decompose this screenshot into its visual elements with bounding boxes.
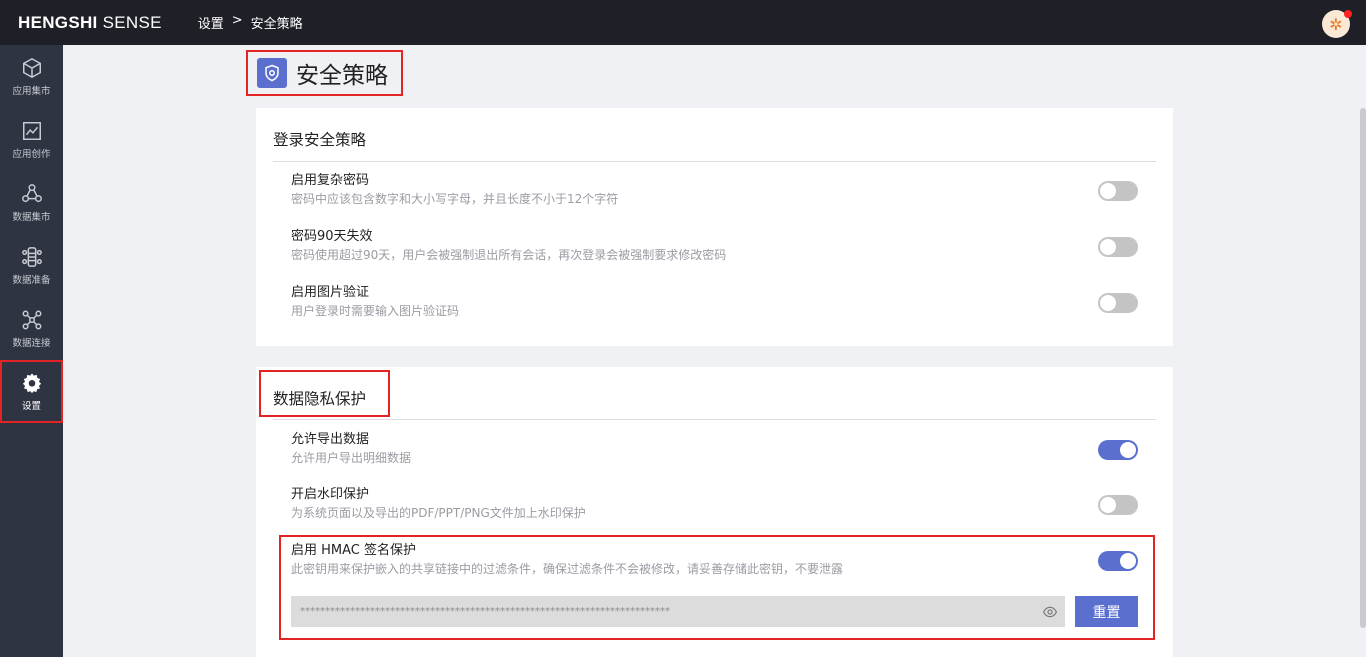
network-icon — [22, 310, 41, 329]
logo-light: SENSE — [97, 12, 162, 32]
sidebar-item-label: 应用创作 — [12, 148, 51, 160]
user-avatar-icon[interactable]: ✲ — [1322, 10, 1352, 38]
toggle-knob — [1120, 553, 1136, 569]
section-title: 登录安全策略 — [273, 131, 367, 149]
sidebar-item-label: 数据集市 — [12, 211, 51, 223]
sidebar-item-label: 设置 — [21, 400, 41, 412]
sidebar-item-label: 数据连接 — [12, 337, 51, 349]
password-expiry-toggle[interactable] — [1098, 237, 1138, 257]
watermark-toggle[interactable] — [1098, 495, 1138, 515]
toggle-knob — [1100, 497, 1116, 513]
hmac-secret-field[interactable]: ****************************************… — [291, 596, 1065, 627]
setting-row-complex-password: 启用复杂密码 密码中应该包含数字和大小写字母，并且长度不小于12个字符 — [291, 172, 1138, 216]
sidebar-item-label: 应用集市 — [12, 85, 51, 97]
logo-bold: HENGSHI — [18, 12, 98, 32]
breadcrumb-separator: > — [231, 13, 243, 28]
setting-desc: 此密钥用来保护嵌入的共享链接中的过滤条件，确保过滤条件不会被修改，请妥善存储此密… — [291, 562, 844, 576]
captcha-toggle[interactable] — [1098, 293, 1138, 313]
setting-desc: 密码使用超过90天，用户会被强制退出所有会话，再次登录会被强制要求修改密码 — [291, 248, 727, 262]
login-policy-card: 登录安全策略 启用复杂密码 密码中应该包含数字和大小写字母，并且长度不小于12个… — [256, 108, 1173, 346]
sidebar-item-app-market[interactable]: 应用集市 — [0, 45, 63, 108]
hmac-secret-value: ****************************************… — [300, 606, 670, 617]
scrollbar[interactable] — [1360, 108, 1366, 628]
sidebar-item-data-prep[interactable]: 数据准备 — [0, 234, 63, 297]
breadcrumb-current: 安全策略 — [250, 17, 303, 32]
sidebar-item-data-connection[interactable]: 数据连接 — [0, 297, 63, 360]
sidebar-item-app-creation[interactable]: 应用创作 — [0, 108, 63, 171]
divider — [273, 161, 1156, 162]
setting-desc: 密码中应该包含数字和大小写字母，并且长度不小于12个字符 — [291, 192, 619, 206]
setting-row-export-data: 允许导出数据 允许用户导出明细数据 — [291, 431, 1138, 475]
divider — [273, 419, 1156, 420]
eye-icon[interactable] — [1043, 605, 1057, 619]
toggle-knob — [1100, 239, 1116, 255]
setting-desc: 为系统页面以及导出的PDF/PPT/PNG文件加上水印保护 — [291, 506, 586, 520]
setting-label: 开启水印保护 — [291, 487, 370, 502]
breadcrumb-settings[interactable]: 设置 — [198, 13, 224, 32]
toggle-knob — [1120, 442, 1136, 458]
sidebar-item-data-market[interactable]: 数据集市 — [0, 171, 63, 234]
page-title-text: 安全策略 — [296, 63, 388, 89]
setting-label: 密码90天失效 — [291, 229, 373, 244]
complex-password-toggle[interactable] — [1098, 181, 1138, 201]
export-data-toggle[interactable] — [1098, 440, 1138, 460]
section-title: 数据隐私保护 — [273, 390, 367, 408]
setting-row-captcha: 启用图片验证 用户登录时需要输入图片验证码 — [291, 284, 1138, 328]
sidebar-item-settings[interactable]: 设置 — [0, 360, 63, 423]
setting-row-watermark: 开启水印保护 为系统页面以及导出的PDF/PPT/PNG文件加上水印保护 — [291, 486, 1138, 530]
sidebar-item-label: 数据准备 — [12, 274, 51, 286]
toggle-knob — [1100, 183, 1116, 199]
sidebar: 应用集市 应用创作 数据集市 数据准备 数据连接 设置 — [0, 45, 63, 657]
toggle-knob — [1100, 295, 1116, 311]
shield-icon — [257, 58, 287, 88]
main-content: 安全策略 登录安全策略 启用复杂密码 密码中应该包含数字和大小写字母，并且长度不… — [63, 45, 1366, 657]
setting-row-password-expiry: 密码90天失效 密码使用超过90天，用户会被强制退出所有会话，再次登录会被强制要… — [291, 228, 1138, 272]
reset-button[interactable]: 重置 — [1075, 596, 1138, 627]
setting-desc: 用户登录时需要输入图片验证码 — [291, 304, 460, 318]
gear-icon — [22, 372, 41, 393]
setting-label: 允许导出数据 — [291, 432, 370, 447]
chart-line-icon — [22, 121, 41, 140]
page-title: 安全策略 — [246, 50, 403, 96]
hmac-toggle[interactable] — [1098, 551, 1138, 571]
setting-row-hmac: 启用 HMAC 签名保护 此密钥用来保护嵌入的共享链接中的过滤条件，确保过滤条件… — [291, 542, 1138, 586]
setting-label: 启用复杂密码 — [291, 173, 370, 188]
setting-desc: 允许用户导出明细数据 — [291, 451, 412, 465]
notification-dot — [1344, 10, 1352, 18]
top-bar: HENGSHI SENSE 设置 > 安全策略 ✲ — [0, 0, 1366, 45]
setting-label: 启用 HMAC 签名保护 — [291, 543, 416, 558]
logo[interactable]: HENGSHI SENSE — [18, 13, 162, 33]
cube-icon — [22, 57, 41, 78]
data-prep-icon — [21, 246, 42, 267]
breadcrumb: 设置 > 安全策略 — [198, 13, 303, 32]
privacy-card: 数据隐私保护 允许导出数据 允许用户导出明细数据 开启水印保护 为系统页面以及导… — [256, 367, 1173, 657]
setting-label: 启用图片验证 — [291, 285, 370, 300]
dataset-nodes-icon — [21, 183, 42, 202]
